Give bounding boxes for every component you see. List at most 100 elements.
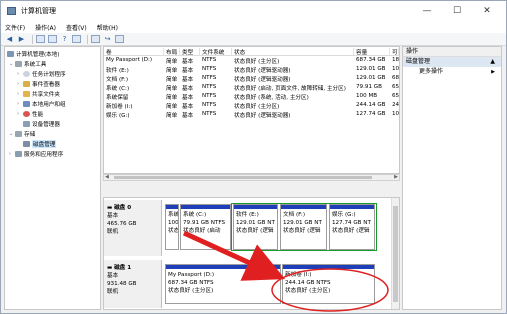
submenu-arrow-icon: ▶ <box>491 69 495 75</box>
table-row[interactable]: 娱乐 (G:) 简单 基本 NTFS 状态良好 (逻辑驱动器) 127.74 GB 10 <box>104 111 399 119</box>
tree-system-tools[interactable]: ⌄ 系统工具 <box>9 59 46 68</box>
col-free[interactable]: 可 <box>390 48 399 56</box>
disk-icon[interactable] <box>91 35 100 43</box>
horizontal-scrollbar[interactable]: ◀ ▶ <box>103 174 400 181</box>
cell-status: 状态良好 (逻辑驱动器) <box>234 68 291 74</box>
close-button[interactable]: ✕ <box>472 1 502 21</box>
cell-type: 基本 <box>182 77 194 83</box>
partition-i[interactable]: 新加卷 (I:) 244.14 GB NTFS 状态良好 (主分区) <box>282 264 375 304</box>
cell-type: 基本 <box>182 113 194 119</box>
table-row[interactable]: 文档 (F:) 简单 基本 NTFS 状态良好 (逻辑驱动器) 129.01 GB 68 <box>104 75 399 83</box>
device-manager-icon <box>23 120 30 127</box>
minimize-button[interactable]: — <box>412 1 442 21</box>
scroll-left-icon[interactable]: ◀ <box>105 174 109 180</box>
cell-type: 基本 <box>182 86 194 92</box>
tree-device-manager[interactable]: 设备管理器 <box>23 119 60 128</box>
partition-g[interactable]: 娱乐 (G:) 127.74 GB NT 状态良好 (逻辑 <box>329 204 375 250</box>
cell-fs: NTFS <box>202 84 217 90</box>
cell-vol: 系统 (C:) <box>106 86 130 92</box>
services-icon <box>15 150 22 157</box>
tree-task-scheduler[interactable]: › 任务计划程序 <box>17 69 66 78</box>
scroll-thumb[interactable] <box>393 206 398 302</box>
cell-free: 68 <box>392 75 399 81</box>
actions-section-disk-management[interactable]: 磁盘管理 ▲ <box>403 57 501 67</box>
cell-layout: 简单 <box>166 77 178 83</box>
tools-icon <box>15 60 22 67</box>
cell-layout: 简单 <box>166 95 178 101</box>
users-icon <box>23 100 30 107</box>
col-type[interactable]: 类型 <box>180 48 200 56</box>
tree-services-apps[interactable]: › 服务和应用程序 <box>9 149 63 158</box>
table-row[interactable]: 系统保留 简单 基本 NTFS 状态良好 (系统, 活动, 主分区) 100 MB 65 <box>104 93 399 101</box>
tree-disk-management[interactable]: 磁盘管理 <box>23 139 57 148</box>
cell-layout: 简单 <box>166 104 178 110</box>
cell-vol: 娱乐 (G:) <box>106 113 130 119</box>
disk-0-label[interactable]: ▬ 磁盘 0 基本 465.76 GB 联机 <box>104 200 162 256</box>
cell-cap: 129.01 GB <box>356 66 386 72</box>
tree-root[interactable]: 计算机管理(本地) <box>7 49 60 58</box>
disk-1-row: ▬ 磁盘 1 基本 931.48 GB 联机 My Passport (D:) 6… <box>104 260 391 308</box>
menu-bar: 文件(F) 操作(A) 查看(V) 帮助(H) <box>1 21 506 33</box>
tree-storage[interactable]: ⌄ 存储 <box>9 129 35 138</box>
actions-pane: 操作 磁盘管理 ▲ 更多操作 ▶ <box>402 46 502 310</box>
disk-0-row: ▬ 磁盘 0 基本 465.76 GB 联机 系统 100 状态 系统 (C:) 79… <box>104 200 391 256</box>
col-layout[interactable]: 布局 <box>164 48 180 56</box>
navigation-tree: 计算机管理(本地) ⌄ 系统工具 › 任务计划程序 › 事件查看器 › 共享文件… <box>4 46 101 310</box>
more-actions[interactable]: 更多操作 ▶ <box>403 67 501 77</box>
view-icon[interactable] <box>72 35 81 43</box>
partition-system-reserved[interactable]: 系统 100 状态 <box>165 204 179 250</box>
cell-cap: 244.14 GB <box>356 102 386 108</box>
app-icon <box>7 7 16 15</box>
cell-layout: 简单 <box>166 113 178 119</box>
partition-f[interactable]: 文档 (F:) 129.01 GB NT 状态良好 (逻辑 <box>280 204 327 250</box>
partition-e[interactable]: 软件 (E:) 129.01 GB NT 状态良好 (逻辑 <box>233 204 278 250</box>
cell-cap: 127.74 GB <box>356 111 386 117</box>
menu-action[interactable]: 操作(A) <box>35 23 56 32</box>
volume-list: 卷 布局 类型 文件系统 状态 容量 可 My Passport (D:) 简单基… <box>103 46 400 174</box>
cell-fs: NTFS <box>202 57 217 63</box>
col-capacity[interactable]: 容量 <box>354 48 390 56</box>
tree-event-viewer[interactable]: › 事件查看器 <box>17 79 60 88</box>
tree-shared-folders[interactable]: › 共享文件夹 <box>17 89 60 98</box>
cell-free: 65 <box>392 84 399 90</box>
partition-c[interactable]: 系统 (C:) 79.91 GB NTFS 状态良好 (启动 <box>180 204 231 250</box>
table-row[interactable]: 新加卷 (I:) 简单 基本 NTFS 状态良好 (主分区) 244.14 GB 24 <box>104 102 399 110</box>
vertical-scrollbar[interactable] <box>391 198 399 309</box>
cell-vol: 软件 (E:) <box>106 68 129 74</box>
list-view-icon[interactable] <box>115 35 124 43</box>
console-tree-icon[interactable] <box>36 35 45 43</box>
table-row[interactable]: 系统 (C:) 简单 基本 NTFS 状态良好 (启动, 页面文件, 故障转储, 主分区… <box>104 84 399 92</box>
volume-list-header: 卷 布局 类型 文件系统 状态 容量 可 <box>104 47 399 56</box>
scroll-right-icon[interactable]: ▶ <box>394 174 398 180</box>
scroll-thumb[interactable] <box>114 176 372 179</box>
menu-view[interactable]: 查看(V) <box>66 23 87 32</box>
col-volume[interactable]: 卷 <box>104 48 164 56</box>
table-row[interactable]: 软件 (E:) 简单 基本 NTFS 状态良好 (逻辑驱动器) 129.01 GB 10 <box>104 66 399 74</box>
help-icon[interactable]: ? <box>60 35 69 43</box>
disk-graphical-view: ▬ 磁盘 0 基本 465.76 GB 联机 系统 100 状态 系统 (C:) 79… <box>103 197 400 310</box>
tree-local-users[interactable]: › 本地用户和组 <box>17 99 66 108</box>
clock-icon <box>23 70 30 77</box>
forward-arrow-icon[interactable]: ▶ <box>17 35 26 43</box>
cell-free: 10 <box>392 66 399 72</box>
export-icon[interactable]: ↪ <box>103 35 112 43</box>
cell-vol: 新加卷 (I:) <box>106 104 133 110</box>
tree-performance[interactable]: › 性能 <box>17 109 43 118</box>
col-status[interactable]: 状态 <box>232 48 354 56</box>
properties-icon[interactable] <box>48 35 57 43</box>
menu-file[interactable]: 文件(F) <box>5 23 25 32</box>
storage-icon <box>15 130 22 137</box>
col-filesystem[interactable]: 文件系统 <box>200 48 232 56</box>
table-row[interactable]: My Passport (D:) 简单 基本 NTFS 状态良好 (主分区) 687.34… <box>104 57 399 65</box>
collapse-arrow-icon[interactable]: ▲ <box>490 57 495 67</box>
maximize-button[interactable]: ☐ <box>442 1 472 21</box>
cell-status: 状态良好 (逻辑驱动器) <box>234 113 291 119</box>
back-arrow-icon[interactable]: ◀ <box>5 35 14 43</box>
cell-vol: My Passport (D:) <box>106 57 153 63</box>
cell-type: 基本 <box>182 95 194 101</box>
cell-fs: NTFS <box>202 66 217 72</box>
menu-help[interactable]: 帮助(H) <box>97 23 118 32</box>
disk-1-label[interactable]: ▬ 磁盘 1 基本 931.48 GB 联机 <box>104 260 162 308</box>
toolbar: ◀ ▶ ? ↪ <box>1 33 506 46</box>
partition-d[interactable]: My Passport (D:) 687.34 GB NTFS 状态良好 (主分区) <box>165 264 281 304</box>
